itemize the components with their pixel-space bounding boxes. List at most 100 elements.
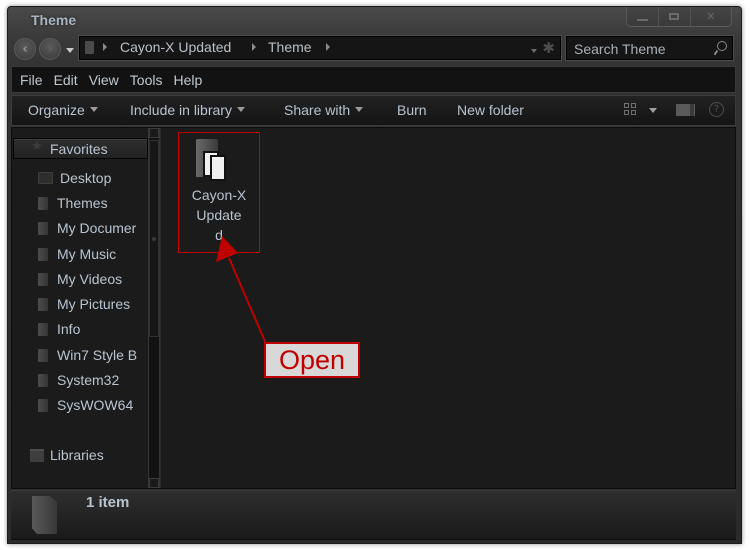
folder-icon	[38, 322, 48, 336]
menu-file[interactable]: File	[20, 72, 43, 88]
sidebar-item-my-music[interactable]: My Music	[38, 244, 116, 264]
organize-label: Organize	[28, 102, 85, 118]
annotation-open-label: Open	[264, 342, 360, 378]
view-options-dropdown-icon[interactable]	[649, 108, 657, 113]
chevron-down-icon	[236, 107, 245, 112]
sidebar-item-system32[interactable]: System32	[38, 370, 119, 390]
sidebar-item-themes[interactable]: Themes	[38, 193, 108, 213]
chevron-right-icon[interactable]	[103, 43, 107, 51]
change-view-icon[interactable]	[624, 103, 636, 115]
include-in-library-button[interactable]: Include in library	[130, 102, 245, 118]
folder-icon	[38, 373, 48, 387]
pane-splitter[interactable]	[160, 128, 161, 488]
sidebar-item-label: Win7 Style B	[57, 347, 138, 363]
documents-icon	[38, 221, 48, 235]
folder-icon	[38, 398, 48, 412]
address-history-dropdown-icon[interactable]	[531, 49, 537, 53]
menu-tools[interactable]: Tools	[130, 72, 163, 88]
music-icon	[38, 247, 48, 261]
file-list: Cayon-X Update d	[162, 128, 735, 488]
explorer-window: Theme ✕ ‹ › Cayon-X Updated Theme ✱ File…	[7, 6, 742, 544]
sidebar-item-label: My Pictures	[57, 296, 131, 312]
preview-pane-icon[interactable]	[676, 104, 694, 116]
sidebar-item-label: Info	[57, 321, 81, 337]
chevron-right-icon[interactable]	[326, 43, 330, 51]
forward-button[interactable]: ›	[39, 38, 61, 60]
sidebar-item-label: My Videos	[57, 271, 123, 287]
chevron-down-icon	[355, 107, 364, 112]
favorites-label: Favorites	[50, 141, 108, 157]
search-icon[interactable]	[717, 41, 727, 51]
minimize-icon	[636, 18, 648, 21]
file-name: Cayon-X Update d	[179, 185, 259, 245]
libraries-icon	[30, 448, 44, 462]
folder-icon	[32, 496, 57, 534]
close-button[interactable]: ✕	[691, 7, 731, 26]
scroll-down-button[interactable]	[149, 478, 159, 488]
recent-pages-dropdown-icon[interactable]	[66, 48, 74, 53]
menu-edit[interactable]: Edit	[54, 72, 78, 88]
folder-icon	[38, 196, 48, 210]
sidebar-favorites[interactable]: ★ Favorites	[13, 138, 148, 159]
menu-bar: File Edit View Tools Help	[11, 66, 736, 93]
folder-icon	[85, 41, 94, 54]
chevron-down-icon	[89, 107, 98, 112]
menu-view[interactable]: View	[89, 72, 119, 88]
sidebar-item-label: System32	[57, 372, 120, 388]
scroll-up-button[interactable]	[149, 128, 159, 138]
file-name-line: Cayon-X	[191, 187, 247, 203]
forward-arrow-icon: ›	[47, 41, 53, 57]
details-pane: 1 item	[11, 490, 736, 540]
sidebar-item-label: Desktop	[60, 170, 112, 186]
menu-help[interactable]: Help	[173, 72, 202, 88]
sidebar-item-label: SysWOW64	[57, 397, 134, 413]
pictures-icon	[38, 297, 48, 311]
sidebar-item-my-pictures[interactable]: My Pictures	[38, 294, 130, 314]
address-bar[interactable]: Cayon-X Updated Theme ✱	[78, 35, 562, 61]
file-name-line: Update	[196, 207, 242, 223]
folder-icon	[38, 348, 48, 362]
back-button[interactable]: ‹	[14, 38, 36, 60]
explorer-body: ★ Favorites Desktop Themes My Documer My…	[11, 127, 736, 489]
navigation-pane: ★ Favorites Desktop Themes My Documer My…	[12, 128, 148, 488]
close-icon: ✕	[706, 10, 716, 23]
sidebar-item-info[interactable]: Info	[38, 319, 80, 339]
refresh-icon[interactable]: ✱	[542, 39, 555, 57]
window-controls: ✕	[626, 7, 732, 27]
chevron-right-icon[interactable]	[252, 43, 256, 51]
sidebar-item-label: Themes	[57, 195, 108, 211]
file-item-cayon-x-updated[interactable]: Cayon-X Update d	[178, 132, 260, 253]
breadcrumb-theme[interactable]: Theme	[268, 39, 312, 55]
sidebar-item-desktop[interactable]: Desktop	[38, 168, 111, 188]
maximize-icon	[669, 13, 680, 20]
share-with-label: Share with	[284, 102, 351, 118]
sidebar-item-win7-style-b[interactable]: Win7 Style B	[38, 345, 137, 365]
sidebar-item-my-videos[interactable]: My Videos	[38, 269, 122, 289]
new-folder-button[interactable]: New folder	[457, 102, 524, 118]
sidebar-item-label: My Music	[57, 246, 117, 262]
search-input[interactable]	[566, 36, 716, 62]
command-bar: Organize Include in library Share with B…	[11, 95, 736, 126]
scrollbar-thumb[interactable]	[149, 140, 159, 337]
videos-icon	[38, 272, 48, 286]
folder-icon	[196, 139, 226, 181]
organize-button[interactable]: Organize	[28, 102, 98, 118]
breadcrumb-cayon-x-updated[interactable]: Cayon-X Updated	[120, 39, 231, 55]
help-icon[interactable]: ?	[709, 102, 724, 117]
navigation-bar: ‹ › Cayon-X Updated Theme ✱	[8, 35, 741, 63]
sidebar-item-label: My Documer	[57, 220, 137, 236]
item-count: 1 item	[86, 494, 130, 511]
burn-button[interactable]: Burn	[397, 102, 427, 118]
navigation-pane-scrollbar[interactable]	[148, 128, 160, 488]
share-with-button[interactable]: Share with	[284, 102, 364, 118]
sidebar-item-my-documents[interactable]: My Documer	[38, 218, 136, 238]
star-icon: ★	[31, 139, 43, 154]
back-arrow-icon: ‹	[22, 41, 28, 57]
libraries-label: Libraries	[50, 447, 104, 463]
sidebar-libraries[interactable]: Libraries	[30, 447, 104, 463]
search-box	[565, 35, 734, 62]
minimize-button[interactable]	[627, 7, 659, 26]
desktop-icon	[38, 172, 53, 184]
sidebar-item-syswow64[interactable]: SysWOW64	[38, 395, 133, 415]
maximize-button[interactable]	[659, 7, 691, 26]
